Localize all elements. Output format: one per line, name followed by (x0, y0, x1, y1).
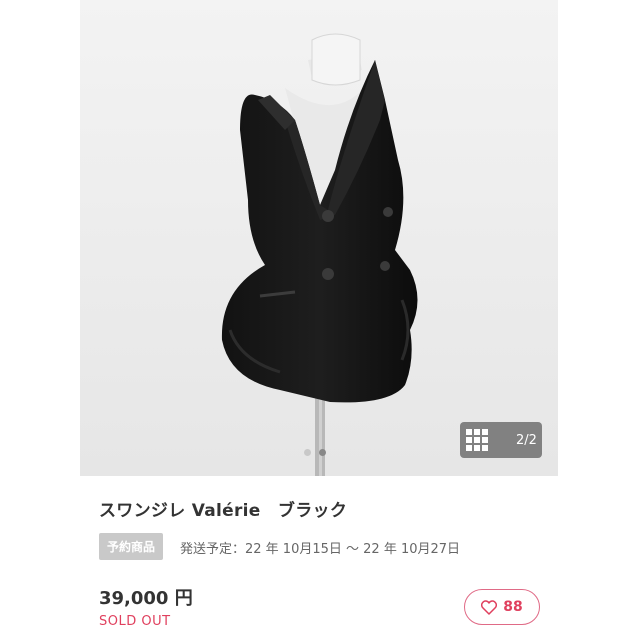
product-title: スワンジレ Valérie ブラック (99, 501, 348, 521)
gallery-counter-button[interactable]: 2/2 (460, 422, 542, 458)
heart-icon (481, 599, 498, 615)
image-counter: 2/2 (516, 432, 537, 448)
carousel-dot[interactable] (304, 449, 311, 456)
like-button[interactable]: 88 (464, 589, 540, 625)
like-count: 88 (503, 599, 523, 615)
product-price: 39,000 円 (99, 588, 193, 609)
carousel-dot-active[interactable] (319, 449, 326, 456)
product-image-illustration (80, 0, 558, 476)
shipping-date: 発送予定：22 年 10月15日 〜 22 年 10月27日 (180, 542, 461, 557)
product-photo[interactable] (80, 0, 558, 476)
carousel-dots (304, 449, 326, 456)
preorder-badge: 予約商品 (99, 533, 164, 560)
sold-out-label: SOLD OUT (99, 614, 171, 629)
grid-icon (466, 429, 488, 451)
